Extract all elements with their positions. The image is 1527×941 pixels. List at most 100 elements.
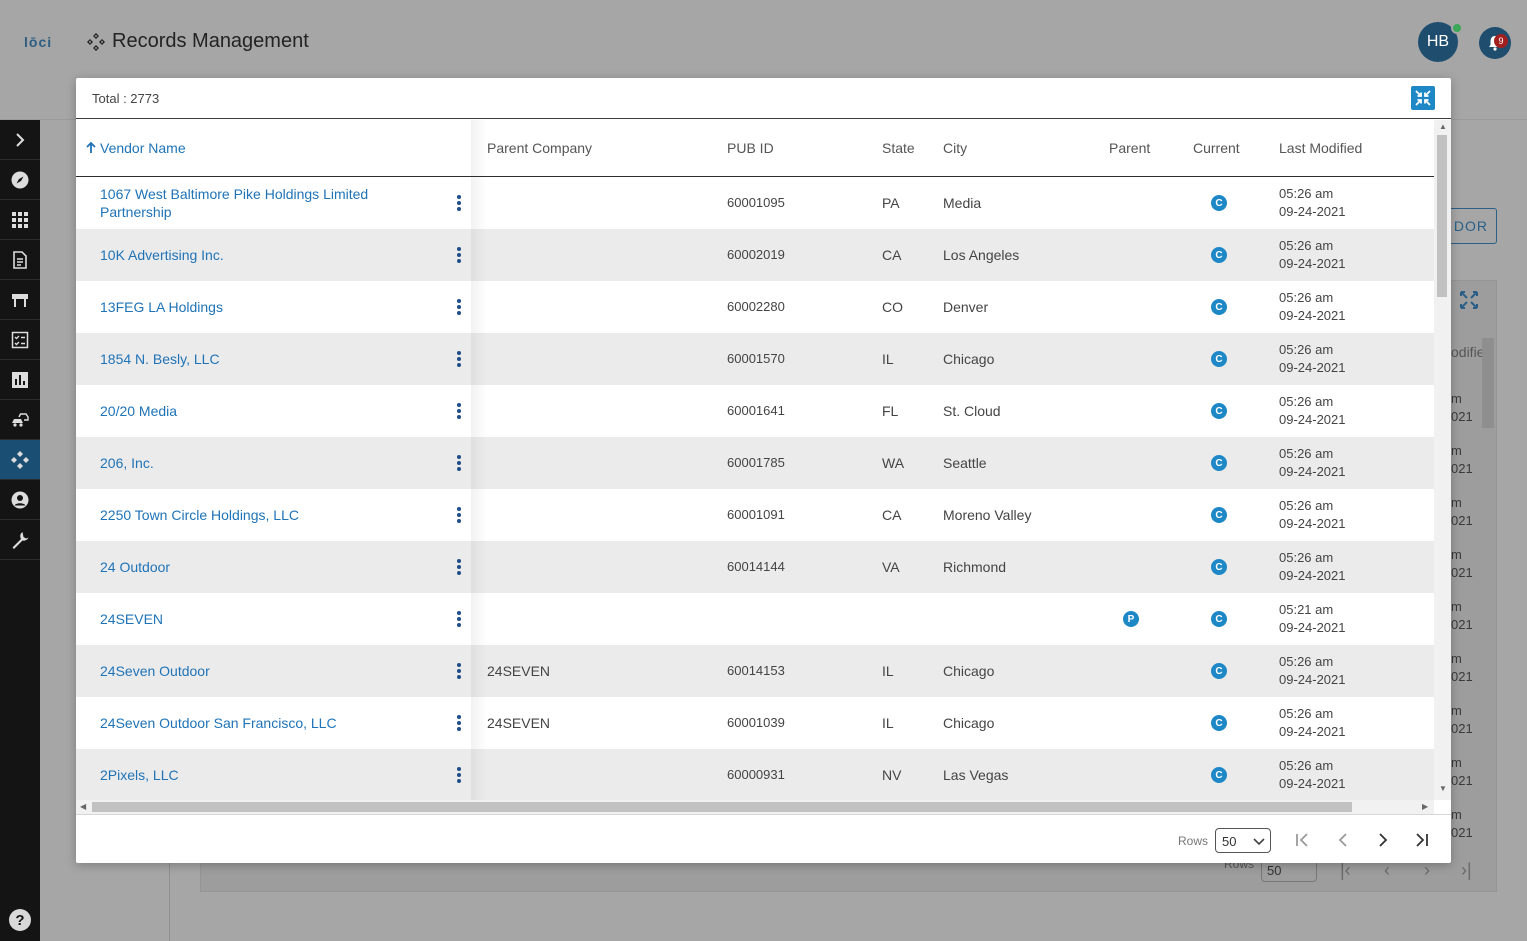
table-row[interactable]: 206, Inc. 60001785 WA Seattle C 05:26 am 09-24… xyxy=(76,437,1434,489)
column-header-current[interactable]: Current xyxy=(1193,140,1240,156)
pub-id-cell: 60002019 xyxy=(727,247,785,262)
background-cell-date: 021 xyxy=(1451,669,1473,684)
background-cell-date: 021 xyxy=(1451,617,1473,632)
background-cell-date: 021 xyxy=(1451,825,1473,840)
vendor-name-link[interactable]: 2250 Town Circle Holdings, LLC xyxy=(100,506,400,524)
row-actions-menu-icon[interactable] xyxy=(452,349,466,369)
vendor-name-link[interactable]: 1854 N. Besly, LLC xyxy=(100,350,400,368)
row-actions-menu-icon[interactable] xyxy=(452,245,466,265)
help-icon[interactable]: ? xyxy=(9,909,31,931)
vendor-name-link[interactable]: 24SEVEN xyxy=(100,610,400,628)
table-row[interactable]: 1854 N. Besly, LLC 60001570 IL Chicago C 05:2… xyxy=(76,333,1434,385)
background-cell: m 021 xyxy=(1451,754,1473,790)
vertical-scroll-thumb[interactable] xyxy=(1437,135,1447,297)
last-modified-cell: 05:26 am 09-24-2021 xyxy=(1279,185,1346,221)
table-row[interactable]: 2Pixels, LLC 60000931 NV Las Vegas C 05:26 am… xyxy=(76,749,1434,800)
column-header-vendor-name[interactable]: Vendor Name xyxy=(100,140,186,156)
row-actions-menu-icon[interactable] xyxy=(452,557,466,577)
table-row[interactable]: 24Seven Outdoor 24SEVEN 60014153 IL Chicago C… xyxy=(76,645,1434,697)
sidebar-item-explore[interactable] xyxy=(0,160,40,200)
last-modified-time: 05:26 am xyxy=(1279,290,1334,305)
row-actions-menu-icon[interactable] xyxy=(452,713,466,733)
rows-per-page-select[interactable]: 50 xyxy=(1215,828,1271,853)
row-actions-menu-icon[interactable] xyxy=(452,401,466,421)
previous-page-button[interactable] xyxy=(1332,829,1354,851)
column-header-parent[interactable]: Parent xyxy=(1109,140,1150,156)
column-header-state[interactable]: State xyxy=(882,140,915,156)
sidebar-item-fleet[interactable] xyxy=(0,400,40,440)
background-cell-date: 021 xyxy=(1451,409,1473,424)
sidebar-item-profile[interactable] xyxy=(0,480,40,520)
vendor-name-link[interactable]: 10K Advertising Inc. xyxy=(100,246,400,264)
background-cell: m 021 xyxy=(1451,390,1473,426)
collapse-button[interactable] xyxy=(1411,86,1435,110)
last-page-button[interactable] xyxy=(1411,829,1433,851)
city-cell: Los Angeles xyxy=(943,247,1020,263)
table-row[interactable]: 13FEG LA Holdings 60002280 CO Denver C 05:26 … xyxy=(76,281,1434,333)
state-cell: NV xyxy=(882,767,902,783)
row-actions-menu-icon[interactable] xyxy=(452,193,466,213)
background-cell-date: 021 xyxy=(1451,773,1473,788)
vendor-name-link[interactable]: 20/20 Media xyxy=(100,402,400,420)
table-row[interactable]: 24Seven Outdoor San Francisco, LLC 24SEVE… xyxy=(76,697,1434,749)
vendor-name-link[interactable]: 24Seven Outdoor San Francisco, LLC xyxy=(100,714,400,732)
current-badge-icon: C xyxy=(1211,715,1227,731)
vendor-name-link[interactable]: 206, Inc. xyxy=(100,454,400,472)
row-actions-menu-icon[interactable] xyxy=(452,765,466,785)
row-actions-menu-icon[interactable] xyxy=(452,609,466,629)
document-icon xyxy=(13,250,27,269)
sidebar-item-records-management[interactable] xyxy=(0,440,40,480)
sidebar-item-documents[interactable] xyxy=(0,240,40,280)
vendor-name-link[interactable]: 24 Outdoor xyxy=(100,558,400,576)
grid-icon xyxy=(12,211,28,228)
sidebar-expand[interactable] xyxy=(0,120,40,160)
row-actions-menu-icon[interactable] xyxy=(452,505,466,525)
sidebar-item-apps[interactable] xyxy=(0,200,40,240)
vendor-name-link[interactable]: 13FEG LA Holdings xyxy=(100,298,400,316)
pinned-column-shadow xyxy=(471,281,487,333)
horizontal-scroll-thumb[interactable] xyxy=(92,802,1352,812)
first-page-button[interactable] xyxy=(1291,829,1313,851)
sidebar-item-tasks[interactable] xyxy=(0,320,40,360)
city-cell: Chicago xyxy=(943,351,995,367)
table-row[interactable]: 24 Outdoor 60014144 VA Richmond C 05:26 am 09-… xyxy=(76,541,1434,593)
background-cell: m 021 xyxy=(1451,702,1473,738)
horizontal-scrollbar[interactable]: ◀ ▶ xyxy=(76,800,1434,814)
vendor-name-link[interactable]: 2Pixels, LLC xyxy=(100,766,400,784)
scroll-down-icon[interactable]: ▼ xyxy=(1439,784,1447,793)
checklist-icon xyxy=(11,331,29,348)
pub-id-cell: 60001095 xyxy=(727,195,785,210)
scroll-right-icon[interactable]: ▶ xyxy=(1422,802,1428,811)
row-actions-menu-icon[interactable] xyxy=(452,453,466,473)
sidebar-item-reports[interactable] xyxy=(0,360,40,400)
app-logo[interactable]: lōci xyxy=(24,34,52,50)
next-page-button[interactable] xyxy=(1372,829,1394,851)
city-cell: Denver xyxy=(943,299,989,315)
scroll-up-icon[interactable]: ▲ xyxy=(1439,122,1447,131)
column-header-last-modified[interactable]: Last Modified xyxy=(1279,140,1362,156)
page-title-wrap: Records Management xyxy=(86,30,309,53)
table-row[interactable]: 1067 West Baltimore Pike Holdings Limite… xyxy=(76,177,1434,229)
city-cell: Las Vegas xyxy=(943,767,1009,783)
sidebar-item-billboards[interactable] xyxy=(0,280,40,320)
last-modified-cell: 05:21 am 09-24-2021 xyxy=(1279,601,1346,637)
vendor-name-link[interactable]: 24Seven Outdoor xyxy=(100,662,400,680)
vendor-name-link[interactable]: 1067 West Baltimore Pike Holdings Limite… xyxy=(100,185,400,221)
row-actions-menu-icon[interactable] xyxy=(452,661,466,681)
chevron-right-icon xyxy=(16,132,25,147)
column-header-city[interactable]: City xyxy=(943,140,967,156)
column-header-parent-company[interactable]: Parent Company xyxy=(487,140,592,156)
table-row[interactable]: 2250 Town Circle Holdings, LLC 60001091 CA… xyxy=(76,489,1434,541)
table-row[interactable]: 20/20 Media 60001641 FL St. Cloud C 05:26 am 0… xyxy=(76,385,1434,437)
table-row[interactable]: 24SEVEN P C 05:21 am 09-24-2021 xyxy=(76,593,1434,645)
vertical-scrollbar[interactable]: ▲ ▼ xyxy=(1434,120,1451,800)
pinned-column-shadow xyxy=(471,593,487,645)
table-row[interactable]: 10K Advertising Inc. 60002019 CA Los Angele… xyxy=(76,229,1434,281)
city-cell: Chicago xyxy=(943,663,995,679)
row-actions-menu-icon[interactable] xyxy=(452,297,466,317)
scroll-left-icon[interactable]: ◀ xyxy=(80,802,86,811)
current-badge-icon: C xyxy=(1211,559,1227,575)
sidebar-item-tools[interactable] xyxy=(0,520,40,560)
sort-ascending-icon[interactable] xyxy=(86,142,96,154)
column-header-pub-id[interactable]: PUB ID xyxy=(727,140,774,156)
